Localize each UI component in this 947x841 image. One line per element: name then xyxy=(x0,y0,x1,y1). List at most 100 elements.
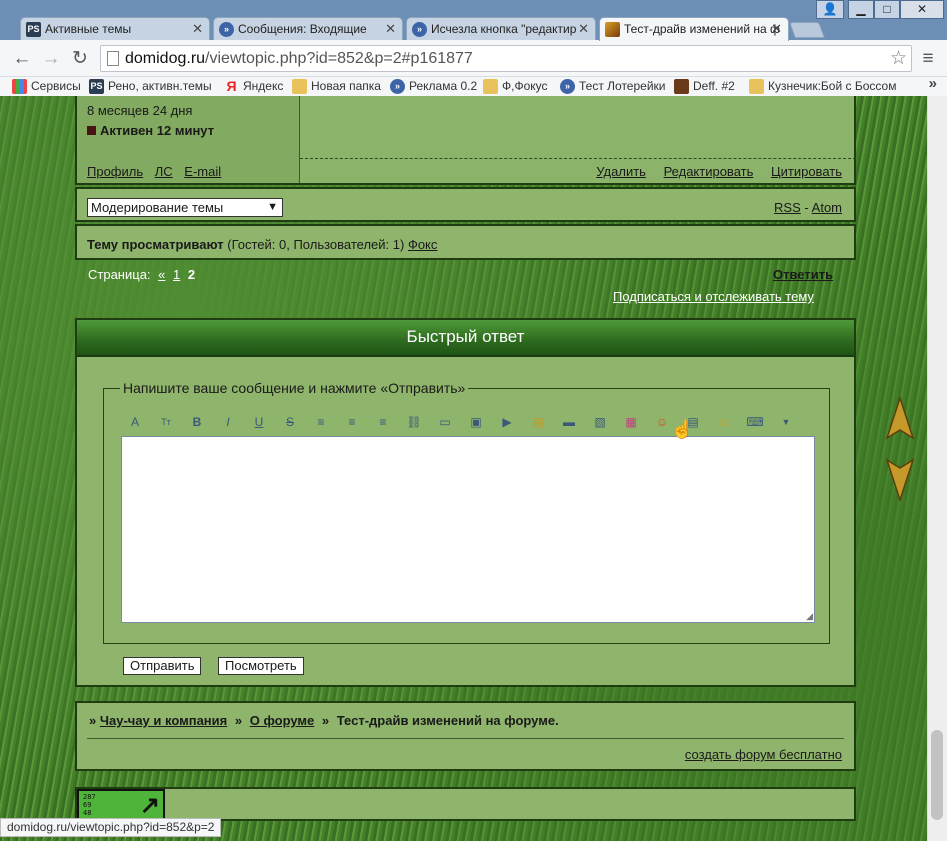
align-left-icon[interactable]: ≡ xyxy=(312,413,330,431)
maximize-icon[interactable]: □ xyxy=(874,0,900,19)
atom-link[interactable]: Atom xyxy=(812,200,842,215)
reload-icon[interactable]: ↻ xyxy=(69,48,91,70)
underline-icon[interactable]: U xyxy=(250,413,268,431)
font-icon[interactable]: A xyxy=(126,413,144,431)
viewers-label: Тему просматривают xyxy=(87,237,224,252)
window-close-icon[interactable]: ✕ xyxy=(900,0,944,19)
topic-viewers: Тему просматривают (Гостей: 0, Пользоват… xyxy=(75,224,856,260)
bookmark-label: Реклама 0.2 xyxy=(409,79,478,93)
close-icon[interactable]: ✕ xyxy=(578,18,589,40)
align-center-icon[interactable]: ≡ xyxy=(343,413,361,431)
image-icon[interactable]: ▣ xyxy=(467,413,485,431)
align-right-icon[interactable]: ≡ xyxy=(374,413,392,431)
visit-counter[interactable]: 287 69 48 ↗ xyxy=(77,789,165,820)
profile-links: Профиль ЛС E-mail xyxy=(87,164,229,179)
bookmark-yandex[interactable]: Я Яндекс xyxy=(224,78,283,95)
address-bar[interactable]: domidog.ru/viewtopic.php?id=852&p=2#p161… xyxy=(100,45,912,72)
prev-page-link[interactable]: « xyxy=(158,267,165,282)
bookmark-label: Deff. #2 xyxy=(693,79,735,93)
preview-button[interactable]: Посмотреть xyxy=(218,657,304,675)
message-legend: Напишите ваше сообщение и нажмите «Отпра… xyxy=(120,380,469,396)
more-tools-icon[interactable]: ▼ xyxy=(777,413,795,431)
bookmark-grasshopper[interactable]: Кузнечик:Бой с Боссом xyxy=(749,78,896,95)
code-icon[interactable]: ▧ xyxy=(591,413,609,431)
bookmark-deff[interactable]: Deff. #2 xyxy=(674,78,735,95)
viewer-user-link[interactable]: Фокс xyxy=(408,237,437,252)
status-square-icon xyxy=(87,126,96,135)
create-forum-link[interactable]: создать форум бесплатно xyxy=(685,747,842,762)
user-icon[interactable]: 👤 xyxy=(816,0,844,19)
tab-label: Тест-драйв изменений на ф xyxy=(624,22,780,36)
font-size-icon[interactable]: Tт xyxy=(157,413,175,431)
email-link[interactable]: E-mail xyxy=(184,164,221,179)
edit-link[interactable]: Редактировать xyxy=(664,164,754,179)
bookmark-label: Сервисы xyxy=(31,79,81,93)
submit-button[interactable]: Отправить xyxy=(123,657,202,675)
counter-digits: 287 69 48 xyxy=(83,793,96,817)
tab-test-drive[interactable]: Тест-драйв изменений на ф ✕ xyxy=(599,17,789,41)
breadcrumb-panel: » Чау-чау и компания » О форуме » Тест-д… xyxy=(75,701,856,771)
bookmark-focus[interactable]: Ф,Фокус xyxy=(483,78,548,95)
back-icon[interactable]: ← xyxy=(11,48,33,70)
close-icon[interactable]: ✕ xyxy=(385,18,396,40)
reply-link[interactable]: Ответить xyxy=(773,267,833,282)
bookmark-reno[interactable]: PS Рено, активн.темы xyxy=(89,78,212,95)
profile-link[interactable]: Профиль xyxy=(87,164,143,179)
tab-label: Сообщения: Входящие xyxy=(238,22,367,36)
rss-link[interactable]: RSS xyxy=(774,200,801,215)
address-host: domidog.ru xyxy=(125,50,206,67)
post-author-info: 8 месяцев 24 дня Активен 12 минут Профил… xyxy=(77,96,300,183)
moderation-select[interactable]: Модерирование темы ▼ xyxy=(87,198,283,217)
footer-panel: 287 69 48 ↗ xyxy=(75,787,856,821)
menu-icon[interactable]: ≡ xyxy=(917,48,939,70)
book-icon[interactable]: ▭ xyxy=(436,413,454,431)
bold-icon[interactable]: B xyxy=(188,413,206,431)
resize-handle-icon[interactable]: ◢ xyxy=(806,611,813,622)
breadcrumb-section-link[interactable]: О форуме xyxy=(250,713,315,728)
bookmark-new-folder[interactable]: Новая папка xyxy=(292,78,381,95)
strike-icon[interactable]: S xyxy=(281,413,299,431)
scroll-up-arrow-icon[interactable] xyxy=(885,396,915,442)
link-icon[interactable]: ⛓ xyxy=(405,413,423,431)
keyboard-icon[interactable]: ⌨ xyxy=(746,413,764,431)
breadcrumb-forum-link[interactable]: Чау-чау и компания xyxy=(100,713,227,728)
page-1-link[interactable]: 1 xyxy=(173,267,180,282)
quick-reply-panel: Быстрый ответ Напишите ваше сообщение и … xyxy=(75,318,856,687)
arrow-up-right-icon: ↗ xyxy=(139,792,160,819)
close-icon[interactable]: ✕ xyxy=(192,18,203,40)
speech-icon[interactable]: ▬ xyxy=(560,413,578,431)
scroll-down-arrow-icon[interactable] xyxy=(885,456,915,502)
minimize-icon[interactable]: ▁ xyxy=(848,0,874,19)
bookmark-label: Тест Лотерейки xyxy=(579,79,666,93)
new-tab-button[interactable] xyxy=(789,22,825,38)
feed-separator: - xyxy=(804,200,809,215)
tab-messages-inbox[interactable]: » Сообщения: Входящие ✕ xyxy=(213,17,403,40)
breadcrumb-separator: » xyxy=(234,713,243,728)
pm-link[interactable]: ЛС xyxy=(155,164,173,179)
delete-link[interactable]: Удалить xyxy=(596,164,646,179)
pagination-label: Страница: xyxy=(88,267,151,282)
italic-icon[interactable]: I xyxy=(219,413,237,431)
bookmark-lottery[interactable]: » Тест Лотерейки xyxy=(560,78,665,95)
star-icon[interactable]: ☆ xyxy=(890,46,907,71)
subscribe-link[interactable]: Подписаться и отслеживать тему xyxy=(613,289,814,304)
lock-icon[interactable]: ▤ xyxy=(529,413,547,431)
pagination: Страница: « 1 2 xyxy=(88,267,195,282)
tab-edit-button-missing[interactable]: » Исчезла кнопка "редактир ✕ xyxy=(406,17,596,40)
quote-link[interactable]: Цитировать xyxy=(771,164,842,179)
yandex-icon: Я xyxy=(226,78,237,94)
video-icon[interactable]: ▶ xyxy=(498,413,516,431)
bookmark-services[interactable]: Сервисы xyxy=(12,78,81,95)
forward-icon[interactable]: → xyxy=(40,48,62,70)
moderation-bar: Модерирование темы ▼ RSS - Atom xyxy=(75,187,856,222)
page-scrollbar[interactable] xyxy=(927,96,947,841)
scrollbar-thumb[interactable] xyxy=(931,730,943,820)
bookmark-ads[interactable]: » Реклама 0.2 xyxy=(390,78,477,95)
smiley-face-icon[interactable]: ☺ xyxy=(653,413,671,431)
tab-active-topics[interactable]: PS Активные темы ✕ xyxy=(20,17,210,40)
bookmarks-overflow-icon[interactable]: » xyxy=(929,75,937,92)
close-icon[interactable]: ✕ xyxy=(771,18,782,40)
color-icon[interactable]: ▦ xyxy=(622,413,640,431)
message-textarea[interactable]: ◢ xyxy=(121,436,815,623)
emoticon-icon[interactable]: ☺ xyxy=(715,413,733,431)
